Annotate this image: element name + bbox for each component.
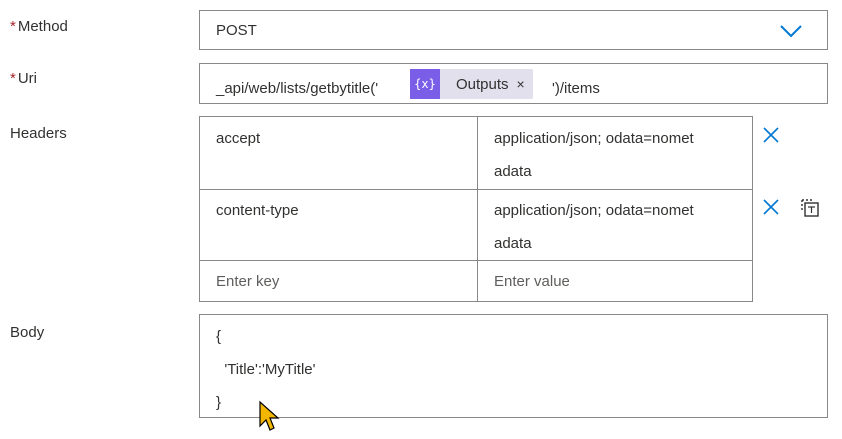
mouse-pointer-icon <box>259 400 280 431</box>
token-remove-icon[interactable]: × <box>517 76 533 92</box>
header-value-line1: application/json; odata=nomet <box>494 130 694 147</box>
uri-input[interactable]: _api/web/lists/getbytitle(' {x} Outputs … <box>199 63 828 104</box>
body-label: Body <box>10 324 45 341</box>
method-label: * Method <box>10 18 68 35</box>
header-value-input[interactable]: application/json; odata=nomet adata <box>478 190 752 260</box>
body-line: { <box>216 328 222 345</box>
header-value-input[interactable]: application/json; odata=nomet adata <box>478 117 752 189</box>
token-label: Outputs <box>456 75 509 93</box>
headers-label: Headers <box>10 125 67 142</box>
header-key-text: accept <box>216 130 261 147</box>
new-header-value-input[interactable]: Enter value <box>478 261 752 301</box>
uri-label: * Uri <box>10 70 38 87</box>
body-line: } <box>216 394 222 411</box>
delete-header-row-1-icon[interactable] <box>762 126 780 144</box>
outputs-token[interactable]: {x} Outputs × <box>410 69 533 99</box>
http-action-form: * Method POST * Uri _api/web/lists/getbyti… <box>0 0 842 439</box>
method-value: POST <box>216 22 257 39</box>
uri-suffix-text: ')/items <box>552 80 600 97</box>
chevron-down-icon[interactable] <box>779 23 803 39</box>
switch-to-text-mode-icon[interactable] <box>799 197 821 219</box>
required-marker: * <box>10 70 16 87</box>
header-key-input[interactable]: accept <box>200 117 477 189</box>
header-key-text: content-type <box>216 202 299 219</box>
required-marker: * <box>10 18 16 35</box>
header-key-input[interactable]: content-type <box>200 190 477 260</box>
header-value-line2: adata <box>494 235 532 252</box>
new-header-key-input[interactable]: Enter key <box>200 261 477 301</box>
value-placeholder: Enter value <box>494 273 570 290</box>
key-placeholder: Enter key <box>216 273 280 290</box>
headers-table: accept application/json; odata=nomet ada… <box>199 116 753 302</box>
method-dropdown[interactable]: POST <box>199 10 828 50</box>
header-value-line1: application/json; odata=nomet <box>494 202 694 219</box>
header-value-line2: adata <box>494 163 532 180</box>
expression-icon: {x} <box>410 69 440 99</box>
body-textarea[interactable]: { 'Title':'MyTitle' } <box>199 314 828 418</box>
uri-prefix-text: _api/web/lists/getbytitle(' <box>216 80 379 97</box>
delete-header-row-2-icon[interactable] <box>762 198 780 216</box>
body-line: 'Title':'MyTitle' <box>216 361 316 378</box>
